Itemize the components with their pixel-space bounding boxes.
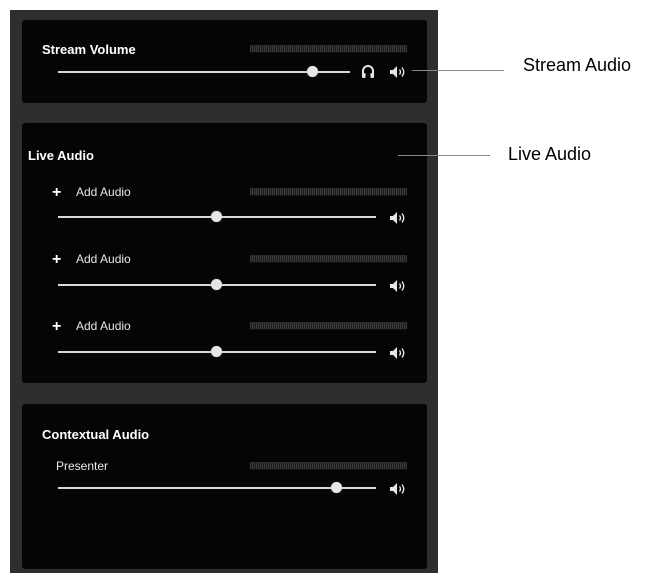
stream-level-meter <box>250 45 407 53</box>
live-channel-2-slider-knob[interactable] <box>211 279 222 290</box>
stream-volume-title: Stream Volume <box>42 42 136 57</box>
stream-volume-panel <box>22 20 427 103</box>
speaker-icon[interactable] <box>389 279 407 293</box>
add-audio-button[interactable]: Add Audio <box>76 319 131 333</box>
presenter-volume-slider[interactable] <box>58 487 376 489</box>
speaker-icon[interactable] <box>389 482 407 496</box>
live-audio-callout: Live Audio <box>508 144 592 164</box>
speaker-icon[interactable] <box>389 346 407 360</box>
presenter-label: Presenter <box>56 459 109 473</box>
contextual-audio-title: Contextual Audio <box>42 427 150 442</box>
speaker-icon[interactable] <box>389 211 407 225</box>
add-audio-button[interactable]: Add Audio <box>76 185 131 199</box>
add-audio-button[interactable]: Add Audio <box>76 252 131 266</box>
speaker-icon[interactable] <box>389 65 407 79</box>
add-audio-icon[interactable]: + <box>52 185 61 201</box>
stream-audio-callout-line <box>412 70 504 71</box>
live-channel-3-slider-knob[interactable] <box>211 346 222 357</box>
headphones-icon[interactable] <box>361 65 375 78</box>
live-channel-2-meter <box>250 255 407 263</box>
live-channel-3-meter <box>250 322 407 330</box>
live-channel-1-meter <box>250 188 407 196</box>
live-audio-callout-line <box>398 155 490 156</box>
presenter-volume-slider-knob[interactable] <box>331 482 342 493</box>
presenter-level-meter <box>250 462 407 470</box>
add-audio-icon[interactable]: + <box>52 252 61 268</box>
add-audio-icon[interactable]: + <box>52 319 61 335</box>
stream-volume-slider-knob[interactable] <box>307 66 318 77</box>
live-channel-1-slider-knob[interactable] <box>211 211 222 222</box>
live-audio-title: Live Audio <box>28 148 94 163</box>
stream-audio-callout: Stream Audio <box>523 55 632 75</box>
